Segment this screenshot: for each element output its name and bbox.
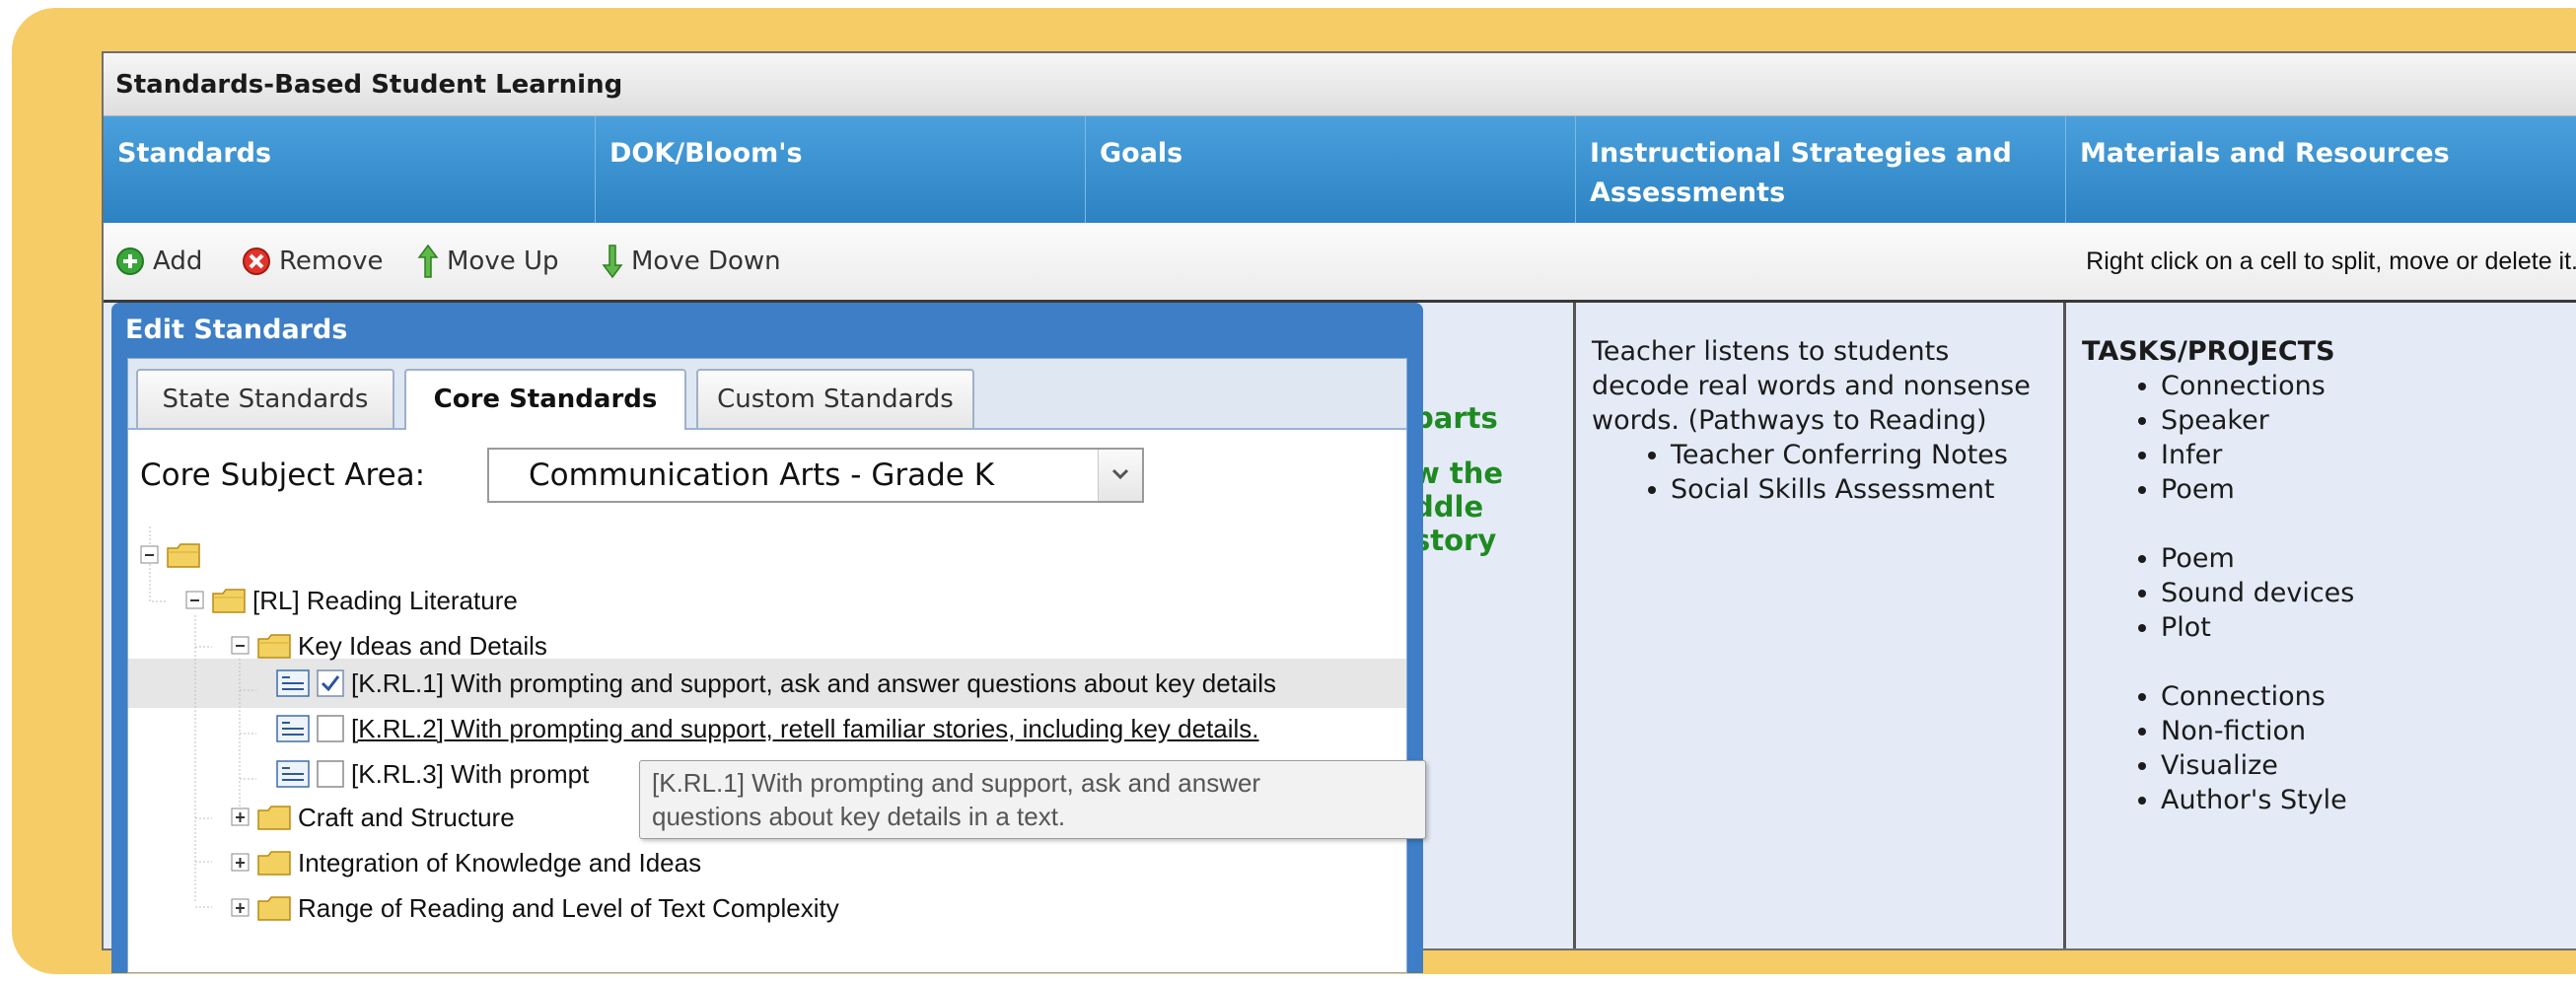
panel-title: Standards-Based Student Learning bbox=[104, 53, 2576, 116]
folder-icon bbox=[257, 634, 291, 659]
list-item: Poem bbox=[2161, 472, 2562, 507]
tree-root[interactable] bbox=[140, 532, 207, 578]
toolbar: Add Remove Move Up Move Down Right click… bbox=[104, 223, 2576, 303]
instructional-list: Teacher Conferring Notes Social Skills A… bbox=[1592, 438, 2047, 507]
tab-strip: State Standards Core Standards Custom St… bbox=[128, 359, 1406, 430]
tab-custom-standards[interactable]: Custom Standards bbox=[696, 369, 974, 428]
tree-node-label: Key Ideas and Details bbox=[298, 630, 547, 661]
tooltip-line: [K.RL.1] With prompting and support, ask… bbox=[652, 768, 1261, 798]
list-item: Speaker bbox=[2161, 403, 2562, 438]
standard-icon bbox=[276, 715, 310, 742]
add-button[interactable]: Add bbox=[115, 223, 202, 300]
tooltip-line: questions about key details in a text. bbox=[652, 802, 1066, 831]
column-header-dok[interactable]: DOK/Bloom's bbox=[596, 116, 1086, 223]
materials-cell[interactable]: TASKS/PROJECTS Connections Speaker Infer… bbox=[2066, 303, 2576, 948]
expand-icon[interactable] bbox=[231, 807, 250, 827]
materials-list: Connections Non-fiction Visualize Author… bbox=[2082, 679, 2562, 817]
standard-icon bbox=[276, 669, 310, 697]
list-item: Sound devices bbox=[2161, 576, 2562, 610]
subject-area-select[interactable]: Communication Arts - Grade K bbox=[487, 448, 1144, 503]
subject-area-label: Core Subject Area: bbox=[140, 457, 426, 493]
edit-standards-dialog: Edit Standards State Standards Core Stan… bbox=[111, 303, 1423, 973]
tree-node-craft[interactable]: Craft and Structure bbox=[231, 795, 515, 840]
tree-node-reading-literature[interactable]: [RL] Reading Literature bbox=[185, 578, 518, 623]
list-item: Author's Style bbox=[2161, 783, 2562, 817]
move-down-button[interactable]: Move Down bbox=[602, 223, 781, 300]
checkbox-icon[interactable] bbox=[316, 668, 345, 698]
add-icon bbox=[116, 247, 144, 275]
column-header-goals[interactable]: Goals bbox=[1086, 116, 1576, 223]
tree-standard-k-rl-3[interactable]: [K.RL.3] With prompt bbox=[276, 751, 589, 797]
tree-node-range[interactable]: Range of Reading and Level of Text Compl… bbox=[231, 885, 839, 931]
column-header-materials[interactable]: Materials and Resources bbox=[2066, 116, 2576, 223]
collapse-icon[interactable] bbox=[185, 591, 205, 610]
materials-list: Connections Speaker Infer Poem bbox=[2082, 369, 2562, 507]
tab-state-standards[interactable]: State Standards bbox=[136, 369, 394, 428]
list-item: Plot bbox=[2161, 610, 2562, 645]
list-item: Infer bbox=[2161, 438, 2562, 472]
tree-node-integration[interactable]: Integration of Knowledge and Ideas bbox=[231, 840, 701, 885]
checkbox-icon[interactable] bbox=[316, 714, 345, 743]
tree-node-label: [RL] Reading Literature bbox=[252, 585, 518, 615]
dialog-title[interactable]: Edit Standards bbox=[111, 303, 1423, 358]
add-label: Add bbox=[153, 246, 203, 276]
collapse-icon[interactable] bbox=[140, 545, 160, 565]
standard-tooltip: [K.RL.1] With prompting and support, ask… bbox=[639, 760, 1426, 839]
list-item: Visualize bbox=[2161, 748, 2562, 783]
remove-label: Remove bbox=[279, 246, 384, 276]
tree-node-label: Integration of Knowledge and Ideas bbox=[298, 847, 702, 878]
dropdown-arrow-icon[interactable] bbox=[1098, 450, 1142, 501]
materials-list: Poem Sound devices Plot bbox=[2082, 541, 2562, 645]
checkbox-icon[interactable] bbox=[316, 759, 345, 789]
goals-fragment: ddle bbox=[1413, 490, 1484, 524]
list-item: Teacher Conferring Notes bbox=[1671, 438, 2047, 472]
tab-core-standards[interactable]: Core Standards bbox=[404, 369, 686, 430]
standard-icon bbox=[276, 760, 310, 788]
list-item: Non-fiction bbox=[2161, 714, 2562, 748]
instructional-text: Teacher listens to students decode real … bbox=[1592, 336, 2031, 436]
move-up-button[interactable]: Move Up bbox=[417, 223, 559, 300]
list-item: Poem bbox=[2161, 541, 2562, 576]
standard-label: [K.RL.1] With prompting and support, ask… bbox=[351, 667, 1276, 698]
tree-standard-k-rl-1[interactable]: [K.RL.1] With prompting and support, ask… bbox=[276, 661, 1276, 706]
standard-label: [K.RL.2] With prompting and support, ret… bbox=[351, 713, 1259, 743]
tree-node-label: Craft and Structure bbox=[298, 802, 515, 832]
folder-icon bbox=[257, 851, 291, 876]
tree-node-label: Range of Reading and Level of Text Compl… bbox=[298, 892, 839, 923]
list-item: Connections bbox=[2161, 679, 2562, 714]
instructional-cell[interactable]: Teacher listens to students decode real … bbox=[1576, 303, 2066, 948]
move-up-label: Move Up bbox=[447, 246, 559, 276]
collapse-icon[interactable] bbox=[231, 636, 250, 656]
remove-icon bbox=[243, 247, 270, 275]
column-header-standards[interactable]: Standards bbox=[104, 116, 596, 223]
standard-label: [K.RL.3] With prompt bbox=[351, 758, 590, 789]
list-item: Connections bbox=[2161, 369, 2562, 403]
folder-icon bbox=[257, 806, 291, 830]
column-header-row: Standards DOK/Bloom's Goals Instructiona… bbox=[104, 116, 2576, 223]
dialog-body: State Standards Core Standards Custom St… bbox=[127, 358, 1407, 973]
remove-button[interactable]: Remove bbox=[242, 223, 384, 300]
folder-icon bbox=[167, 543, 200, 568]
materials-heading: TASKS/PROJECTS bbox=[2082, 336, 2335, 367]
column-header-instructional[interactable]: Instructional Strategies and Assessments bbox=[1576, 116, 2066, 223]
tree-standard-k-rl-2[interactable]: [K.RL.2] With prompting and support, ret… bbox=[276, 706, 1259, 751]
goals-fragment: parts bbox=[1413, 401, 1498, 435]
subject-area-value: Communication Arts - Grade K bbox=[529, 457, 995, 493]
expand-icon[interactable] bbox=[231, 898, 250, 918]
toolbar-hint: Right click on a cell to split, move or … bbox=[2086, 247, 2576, 275]
list-item: Social Skills Assessment bbox=[1671, 472, 2047, 507]
move-up-icon bbox=[417, 244, 439, 278]
standards-tree: [RL] Reading Literature Key Ideas and De… bbox=[128, 527, 1406, 972]
move-down-label: Move Down bbox=[631, 246, 781, 276]
goals-fragment: w the bbox=[1413, 456, 1504, 490]
expand-icon[interactable] bbox=[231, 853, 250, 873]
move-down-icon bbox=[602, 245, 623, 279]
goals-fragment: story bbox=[1413, 524, 1497, 557]
folder-icon bbox=[257, 896, 291, 921]
folder-icon bbox=[212, 589, 246, 613]
